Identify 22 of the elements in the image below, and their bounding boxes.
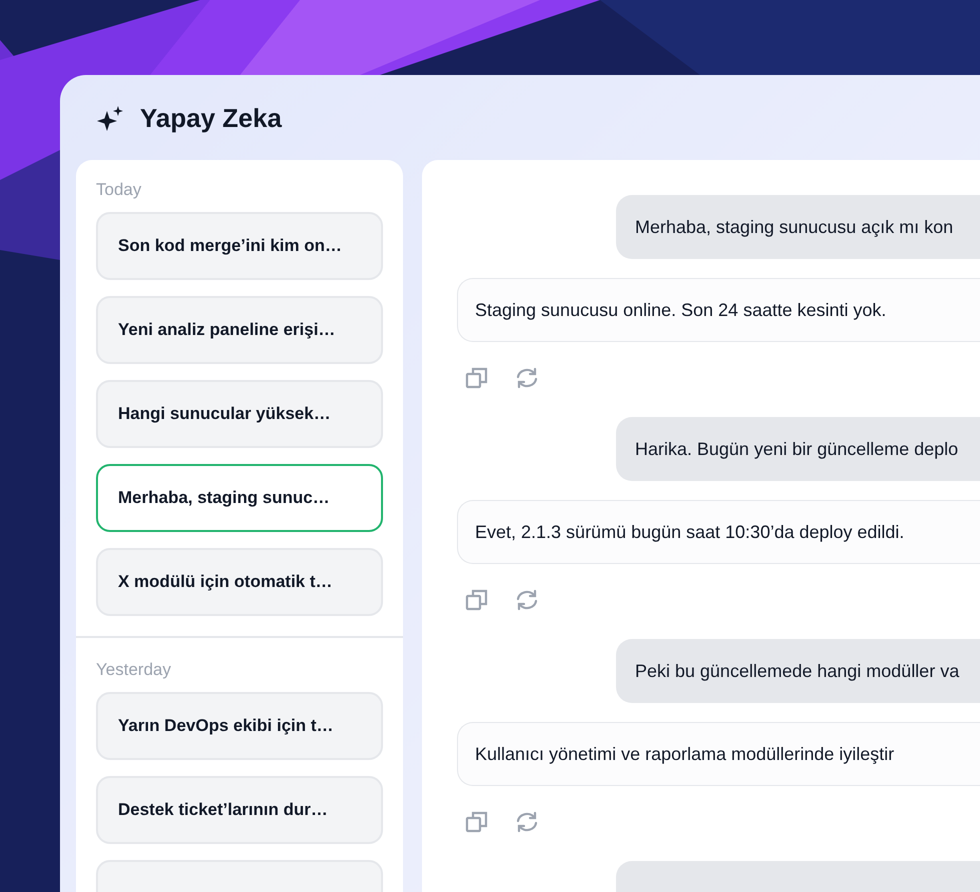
assistant-message: Kullanıcı yönetimi ve raporlama modüllerinde iyileştir <box>457 722 980 786</box>
copy-icon[interactable] <box>465 366 489 390</box>
assistant-message: Evet, 2.1.3 sürümü bugün saat 10:30’da deploy edildi. <box>457 500 980 564</box>
conversation-item[interactable]: X modülü için otomatik t… <box>96 548 383 616</box>
refresh-icon[interactable] <box>515 366 539 390</box>
conversation-item[interactable]: Destek ticket’larının dur… <box>96 776 383 844</box>
copy-icon[interactable] <box>465 810 489 834</box>
group-label: Today <box>96 180 142 200</box>
refresh-icon[interactable] <box>515 588 539 612</box>
conversation-item[interactable]: Yeni analiz paneline erişi… <box>96 296 383 364</box>
conversation-item[interactable]: Hangi sunucular yüksek… <box>96 380 383 448</box>
user-message: Peki bu güncellemede hangi modüller va <box>616 639 980 703</box>
refresh-icon[interactable] <box>515 810 539 834</box>
user-message: Harika. Bugün yeni bir güncelleme deplo <box>616 417 980 481</box>
app-title: Yapay Zeka <box>140 103 282 134</box>
conversation-item[interactable]: Son kod merge’ini kim on… <box>96 212 383 280</box>
conversation-item[interactable]: Yarın DevOps ekibi için t… <box>96 692 383 760</box>
assistant-message: Staging sunucusu online. Son 24 saatte kesinti yok. <box>457 278 980 342</box>
user-message: Merhaba, staging sunucusu açık mı kon <box>616 195 980 259</box>
conversation-item[interactable]: Merhaba, staging sunuc… <box>96 464 383 532</box>
group-label: Yesterday <box>96 660 172 680</box>
copy-icon[interactable] <box>465 588 489 612</box>
